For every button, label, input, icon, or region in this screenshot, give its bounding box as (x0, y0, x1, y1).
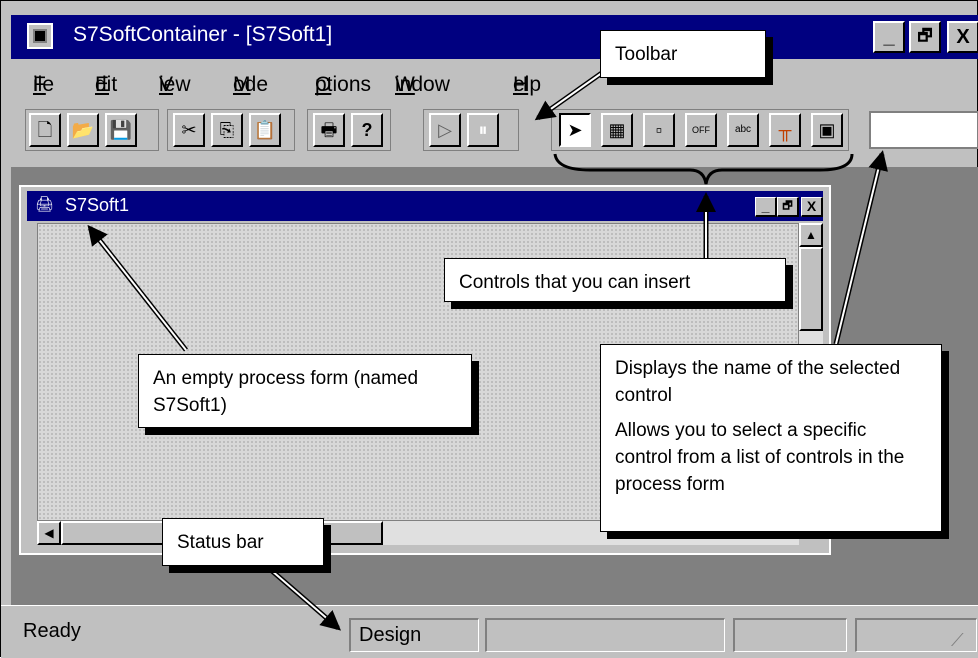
annotation-arrows (87, 67, 888, 631)
callout-status-bar: Status bar (162, 518, 324, 566)
name-display-line-1: Displays the name of the selected contro… (615, 358, 901, 406)
callout-name-display: Displays the name of the selected contro… (600, 344, 942, 532)
callout-toolbar: Toolbar (600, 30, 766, 78)
controls-brace (553, 153, 854, 185)
name-display-line-2: Allows you to select a specific control … (615, 420, 905, 495)
callout-controls: Controls that you can insert (444, 258, 786, 302)
callout-empty-form: An empty process form (named S7Soft1) (138, 354, 472, 428)
